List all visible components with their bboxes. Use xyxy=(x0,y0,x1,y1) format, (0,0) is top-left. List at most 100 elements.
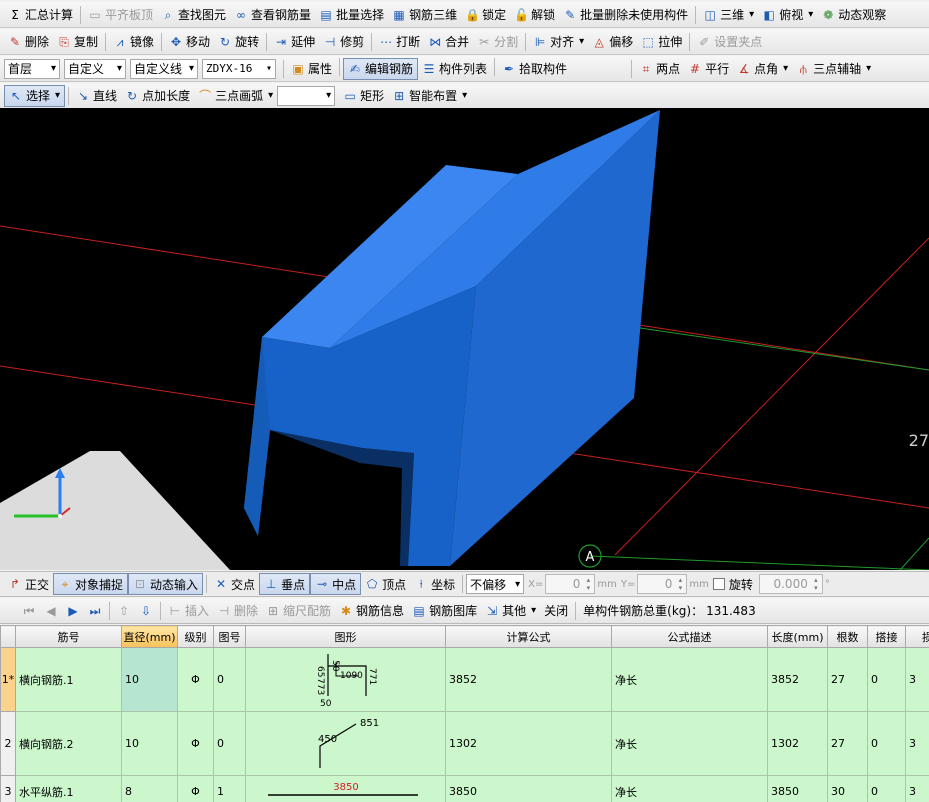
dynamic-observe-button[interactable]: ❁ 动态观察 xyxy=(817,4,890,26)
bar-formula-desc[interactable]: 净长 xyxy=(611,647,768,712)
rebar-info-button[interactable]: ✱ 钢筋信息 xyxy=(335,600,408,622)
arc-button[interactable]: ⌒ 三点画弧 xyxy=(194,85,277,107)
move-down-button[interactable]: ⇩ xyxy=(135,600,157,622)
bar-grade[interactable]: Φ xyxy=(177,647,214,712)
table-row[interactable]: 2 横向钢筋.2 10 Φ 0 450 851 1302 净长 1302 27 … xyxy=(0,711,929,776)
top-view-button[interactable]: ◧ 俯视 xyxy=(758,4,817,26)
mirror-button[interactable]: ⩘ 镜像 xyxy=(109,31,158,53)
x-input[interactable]: 0 xyxy=(545,574,596,594)
merge-button[interactable]: ⋈ 合并 xyxy=(424,31,473,53)
scale-rebar-button[interactable]: ⊞ 缩尺配筋 xyxy=(262,600,335,622)
bar-loss[interactable]: 3 xyxy=(905,711,929,776)
rebar-library-button[interactable]: ▤ 钢筋图库 xyxy=(408,600,481,622)
batch-select-button[interactable]: ▤ 批量选择 xyxy=(315,4,388,26)
column-header[interactable]: 搭接 xyxy=(867,625,906,648)
bar-diameter[interactable]: 10 xyxy=(121,711,178,776)
bar-count[interactable]: 30 xyxy=(827,775,868,802)
move-up-button[interactable]: ⇧ xyxy=(113,600,135,622)
rotate-input[interactable]: 0.000 xyxy=(758,574,823,594)
point-length-button[interactable]: ↻ 点加长度 xyxy=(121,85,194,107)
bar-name[interactable]: 横向钢筋.2 xyxy=(15,711,122,776)
three-point-aux-button[interactable]: ⫛ 三点辅轴 xyxy=(792,58,875,80)
bar-length[interactable]: 1302 xyxy=(767,711,828,776)
break-button[interactable]: ⋯ 打断 xyxy=(375,31,424,53)
rebar-3d-button[interactable]: ▦ 钢筋三维 xyxy=(388,4,461,26)
trim-button[interactable]: ⊣ 修剪 xyxy=(319,31,368,53)
column-header[interactable]: 直径(mm) xyxy=(121,625,178,648)
rect-button[interactable]: ▭ 矩形 xyxy=(339,85,388,107)
split-button[interactable]: ✂ 分割 xyxy=(473,31,522,53)
delete-button[interactable]: ✎ 删除 xyxy=(4,31,53,53)
other-button[interactable]: ⇲ 其他 xyxy=(481,600,540,622)
coordinate-toggle[interactable]: ⍿ 坐标 xyxy=(410,573,459,595)
properties-button[interactable]: ▣ 属性 xyxy=(287,58,336,80)
bar-diameter[interactable]: 10 xyxy=(121,647,178,712)
column-header[interactable]: 损耗 xyxy=(905,625,929,648)
bar-diameter[interactable]: 8 xyxy=(121,775,178,802)
bar-formula-desc[interactable]: 净长 xyxy=(611,775,768,802)
table-row[interactable]: 1* 横向钢筋.1 10 Φ 0 65 773 50 1090 771 50 3… xyxy=(0,647,929,712)
bar-length[interactable]: 3850 xyxy=(767,775,828,802)
edit-rebar-button[interactable]: ✍ 编辑钢筋 xyxy=(343,57,419,80)
delete-row-button[interactable]: ⊣ 删除 xyxy=(213,600,262,622)
last-record-button[interactable]: ⏭ xyxy=(84,600,106,622)
bar-length[interactable]: 3852 xyxy=(767,647,828,712)
first-record-button[interactable]: ⏮ xyxy=(18,600,40,622)
column-header[interactable]: 图号 xyxy=(213,625,246,648)
bar-loss[interactable]: 3 xyxy=(905,775,929,802)
bar-count[interactable]: 27 xyxy=(827,647,868,712)
bar-shape[interactable]: 3850 xyxy=(245,775,446,802)
rotate-button[interactable]: ↻ 旋转 xyxy=(214,31,263,53)
find-element-button[interactable]: ⌕ 查找图元 xyxy=(157,4,230,26)
bar-shape[interactable]: 450 851 xyxy=(245,711,446,776)
copy-button[interactable]: ⎘ 复制 xyxy=(53,31,102,53)
bar-shape[interactable]: 65 773 50 1090 771 50 xyxy=(245,647,446,712)
view-rebar-qty-button[interactable]: ∞ 查看钢筋量 xyxy=(230,4,315,26)
column-header[interactable]: 长度(mm) xyxy=(767,625,828,648)
arc-combo[interactable] xyxy=(277,85,336,106)
dynamic-input-toggle[interactable]: ⊡ 动态输入 xyxy=(128,573,204,595)
move-button[interactable]: ✥ 移动 xyxy=(165,31,214,53)
bar-figure-no[interactable]: 0 xyxy=(213,647,246,712)
bar-formula[interactable]: 3852 xyxy=(445,647,612,712)
element-list-button[interactable]: ☰ 构件列表 xyxy=(418,58,491,80)
close-button[interactable]: 关闭 xyxy=(540,600,572,622)
bar-formula[interactable]: 3850 xyxy=(445,775,612,802)
offset-button[interactable]: ◬ 偏移 xyxy=(588,31,637,53)
column-header[interactable]: 图形 xyxy=(245,625,446,648)
column-header[interactable]: 计算公式 xyxy=(445,625,612,648)
bar-formula[interactable]: 1302 xyxy=(445,711,612,776)
element-select[interactable]: ZDYX-16 xyxy=(202,58,276,79)
line-button[interactable]: ↘ 直线 xyxy=(72,85,121,107)
bar-figure-no[interactable]: 0 xyxy=(213,711,246,776)
bar-lap[interactable]: 0 xyxy=(867,647,906,712)
bar-lap[interactable]: 0 xyxy=(867,711,906,776)
viewport-canvas[interactable]: A xyxy=(0,108,929,570)
perpendicular-toggle[interactable]: ⊥ 垂点 xyxy=(259,573,311,595)
object-snap-toggle[interactable]: ⌖ 对象捕捉 xyxy=(53,573,129,595)
bar-count[interactable]: 27 xyxy=(827,711,868,776)
prev-record-button[interactable]: ◀ xyxy=(40,600,62,622)
next-record-button[interactable]: ▶ xyxy=(62,600,84,622)
bar-formula-desc[interactable]: 净长 xyxy=(611,711,768,776)
floor-select[interactable]: 首层 xyxy=(4,58,60,79)
category-select[interactable]: 自定义 xyxy=(64,58,126,79)
batch-delete-unused-button[interactable]: ✎ 批量删除未使用构件 xyxy=(559,4,692,26)
unlock-button[interactable]: 🔓 解锁 xyxy=(510,4,559,26)
intersection-toggle[interactable]: ✕ 交点 xyxy=(210,573,259,595)
bar-name[interactable]: 横向钢筋.1 xyxy=(15,647,122,712)
bar-name[interactable]: 水平纵筋.1 xyxy=(15,775,122,802)
offset-mode-select[interactable]: 不偏移 xyxy=(466,574,525,594)
set-grip-button[interactable]: ✐ 设置夹点 xyxy=(693,31,766,53)
bar-figure-no[interactable]: 1 xyxy=(213,775,246,802)
stretch-button[interactable]: ⬚ 拉伸 xyxy=(637,31,686,53)
subcategory-select[interactable]: 自定义线 xyxy=(130,58,198,79)
column-header[interactable]: 级别 xyxy=(177,625,214,648)
pick-element-button[interactable]: ✒ 拾取构件 xyxy=(498,58,571,80)
3d-viewport[interactable]: A 27 xyxy=(0,108,929,570)
point-angle-button[interactable]: ∡ 点角 xyxy=(733,58,792,80)
column-header[interactable]: 根数 xyxy=(827,625,868,648)
column-header[interactable]: 筋号 xyxy=(15,625,122,648)
vertex-toggle[interactable]: ⬠ 顶点 xyxy=(361,573,410,595)
extend-button[interactable]: ⇥ 延伸 xyxy=(270,31,319,53)
